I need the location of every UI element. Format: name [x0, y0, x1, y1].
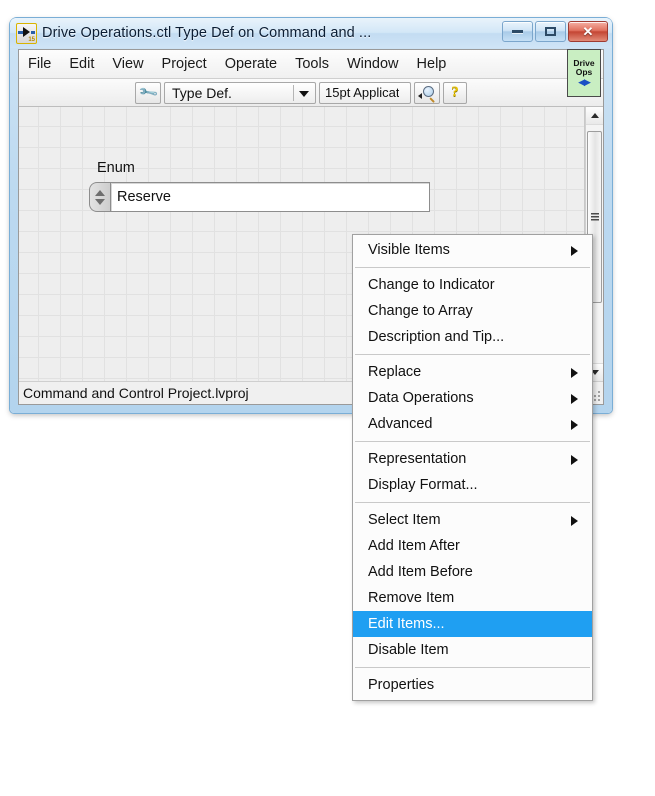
submenu-arrow-icon: [571, 246, 578, 256]
submenu-arrow-icon: [571, 516, 578, 526]
decrement-arrow-icon[interactable]: [95, 198, 105, 205]
menu-item-operate[interactable]: Operate: [216, 51, 286, 77]
typedef-status-dropdown[interactable]: Type Def.: [164, 81, 316, 104]
context-menu-item[interactable]: Display Format...: [353, 472, 592, 498]
context-menu-item-label: Disable Item: [368, 642, 449, 658]
font-value-label: 15pt Applicat: [325, 85, 400, 100]
magnifier-lens: [422, 86, 434, 97]
maximize-icon: [545, 27, 556, 36]
left-caret-icon: [418, 92, 422, 99]
maximize-button[interactable]: [535, 21, 566, 42]
enum-control[interactable]: Reserve: [89, 182, 430, 212]
labview-control-icon: 15: [16, 23, 37, 44]
increment-arrow-icon[interactable]: [95, 189, 105, 196]
context-menu-separator: [355, 354, 590, 355]
font-selector[interactable]: 15pt Applicat: [319, 81, 411, 104]
close-button[interactable]: ✕: [568, 21, 608, 42]
window-title: Drive Operations.ctl Type Def on Command…: [42, 25, 372, 41]
submenu-arrow-icon: [571, 420, 578, 430]
context-menu-item-label: Description and Tip...: [368, 329, 505, 345]
context-menu-item-label: Data Operations: [368, 390, 474, 406]
connector-pane-icon[interactable]: Drive Ops ◀▶: [567, 49, 601, 97]
context-menu-item-label: Add Item After: [368, 538, 460, 554]
menu-item-edit[interactable]: Edit: [60, 51, 103, 77]
minimize-icon: [512, 30, 523, 33]
context-menu-item[interactable]: Disable Item: [353, 637, 592, 663]
menu-bar: File Edit View Project Operate Tools Win…: [19, 49, 603, 97]
menu-item-tools[interactable]: Tools: [286, 51, 338, 77]
help-question-icon: ?: [451, 84, 459, 100]
context-menu-item-label: Edit Items...: [368, 616, 445, 632]
context-menu-item[interactable]: Change to Array: [353, 298, 592, 324]
context-menu-item-label: Display Format...: [368, 477, 478, 493]
wrench-button[interactable]: 🔧: [135, 81, 161, 104]
minimize-button[interactable]: [502, 21, 533, 42]
submenu-arrow-icon: [571, 394, 578, 404]
context-menu-item[interactable]: Representation: [353, 446, 592, 472]
connector-pane-line2: Ops: [575, 67, 593, 77]
menu-item-project[interactable]: Project: [153, 51, 216, 77]
context-menu-item[interactable]: Visible Items: [353, 237, 592, 263]
scroll-up-button[interactable]: [586, 107, 603, 125]
scroll-thumb-grip-icon: [590, 213, 599, 221]
context-menu-item[interactable]: Data Operations: [353, 385, 592, 411]
submenu-arrow-icon: [571, 368, 578, 378]
icon-right-bar: [31, 31, 35, 34]
enum-spinner[interactable]: [89, 182, 110, 212]
context-menu-item-label: Select Item: [368, 512, 441, 528]
magnifier-icon: [422, 86, 436, 103]
context-menu-separator: [355, 267, 590, 268]
scroll-up-arrow-icon: [590, 113, 599, 118]
context-menu-separator: [355, 502, 590, 503]
connector-pane-arrows-icon: ◀▶: [578, 77, 591, 87]
menu-item-window[interactable]: Window: [338, 51, 408, 77]
title-bar[interactable]: 15 Drive Operations.ctl Type Def on Comm…: [10, 18, 612, 48]
typedef-status-label: Type Def.: [172, 84, 232, 101]
context-help-button[interactable]: ?: [443, 81, 467, 104]
dropdown-divider: [293, 84, 294, 101]
wrench-icon: 🔧: [137, 81, 159, 104]
context-menu-item[interactable]: Add Item Before: [353, 559, 592, 585]
status-bar-text: Command and Control Project.lvproj: [23, 385, 249, 401]
context-menu-item-label: Properties: [368, 677, 435, 693]
context-menu-item[interactable]: Change to Indicator: [353, 272, 592, 298]
magnifier-handle: [428, 97, 435, 103]
context-menu-item-label: Change to Array: [368, 303, 473, 319]
context-menu-item[interactable]: Remove Item: [353, 585, 592, 611]
menu-item-help[interactable]: Help: [408, 51, 456, 77]
context-menu-item[interactable]: Replace: [353, 359, 592, 385]
enum-label: Enum: [97, 160, 135, 176]
context-menu-item-label: Remove Item: [368, 590, 455, 606]
enum-value-field[interactable]: Reserve: [110, 182, 430, 212]
window-controls: ✕: [502, 21, 608, 42]
context-menu-item-label: Replace: [368, 364, 422, 380]
context-menu-item[interactable]: Select Item: [353, 507, 592, 533]
chevron-down-icon: [299, 90, 309, 97]
context-menu-item-label: Representation: [368, 451, 467, 467]
menu-item-view[interactable]: View: [103, 51, 152, 77]
icon-version-number: 15: [28, 37, 35, 43]
icon-triangle: [23, 27, 30, 37]
context-menu-item-label: Add Item Before: [368, 564, 473, 580]
context-menu-item[interactable]: Description and Tip...: [353, 324, 592, 350]
font-options-button[interactable]: [414, 81, 440, 104]
tool-bar: 🔧 Type Def. 15pt Applicat ?: [19, 79, 603, 107]
submenu-arrow-icon: [571, 455, 578, 465]
context-menu-item-label: Advanced: [368, 416, 433, 432]
context-menu-item[interactable]: Add Item After: [353, 533, 592, 559]
context-menu[interactable]: Visible Items Change to Indicator Change t…: [352, 234, 593, 701]
menu-item-file[interactable]: File: [19, 51, 60, 77]
context-menu-separator: [355, 667, 590, 668]
context-menu-item[interactable]: Advanced: [353, 411, 592, 437]
enum-value-text: Reserve: [117, 189, 171, 205]
context-menu-item-label: Change to Indicator: [368, 277, 495, 293]
close-icon: ✕: [582, 24, 594, 39]
context-menu-item-label: Visible Items: [368, 242, 450, 258]
context-menu-item[interactable]: Properties: [353, 672, 592, 698]
context-menu-item[interactable]: Edit Items...: [353, 611, 592, 637]
context-menu-separator: [355, 441, 590, 442]
